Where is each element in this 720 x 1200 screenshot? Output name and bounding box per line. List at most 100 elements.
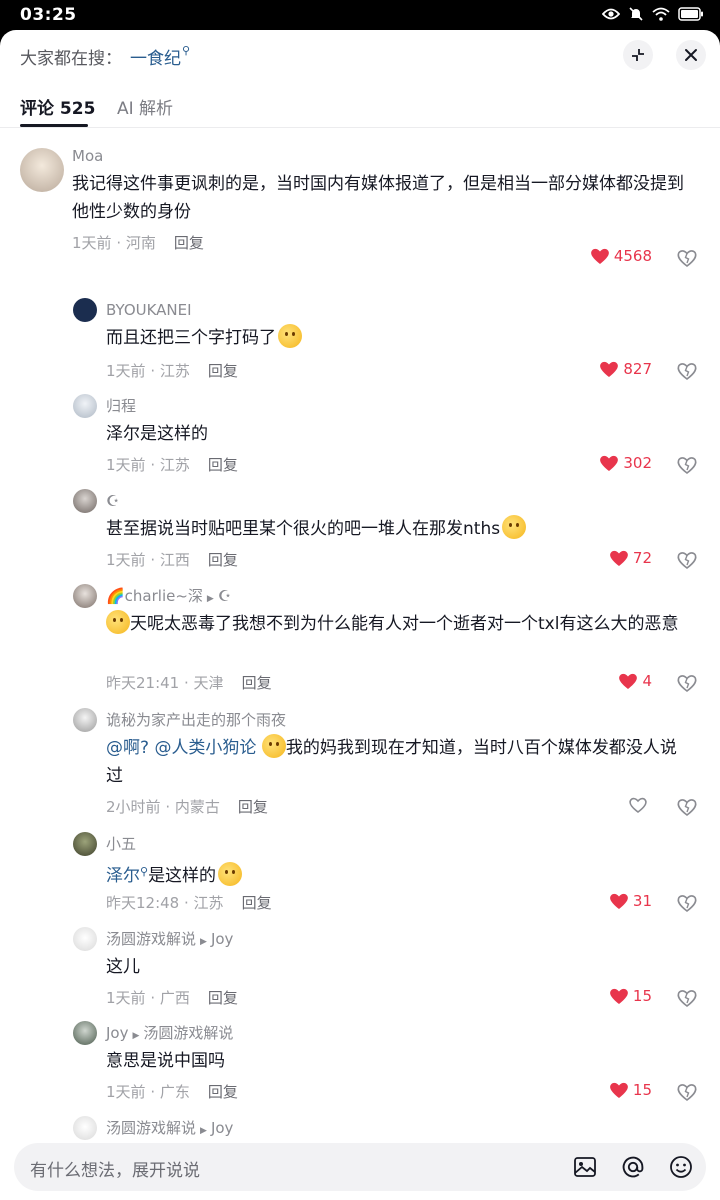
reply-text: 这儿: [106, 957, 140, 977]
reply-arrow-icon: ▶: [132, 1031, 140, 1041]
like-button[interactable]: 827: [599, 360, 652, 378]
avatar[interactable]: [73, 1021, 97, 1045]
like-button[interactable]: 4568: [590, 247, 652, 265]
dislike-icon[interactable]: [676, 1081, 698, 1103]
close-button[interactable]: [676, 40, 706, 70]
emoji-icon: [218, 862, 243, 886]
like-button[interactable]: 302: [599, 454, 652, 472]
reply-meta: 1天前 · 江苏 回复: [106, 362, 238, 380]
close-icon: [685, 49, 697, 61]
search-icon: ⚲: [140, 865, 149, 878]
reply-button[interactable]: 回复: [208, 1083, 238, 1101]
mute-bell-icon: [629, 7, 643, 21]
reply-item: ☪ 甚至据说当时贴吧里某个很火的吧一堆人在那发nths 1天前 · 江西 回复 7…: [0, 489, 720, 581]
reply-meta: 1天前 · 江苏 回复: [106, 456, 238, 474]
like-count: 4568: [613, 247, 652, 265]
reply-button[interactable]: 回复: [208, 456, 238, 474]
reply-item: 小五 泽尔⚲是这样的 昨天12:48 · 江苏 回复 31: [0, 832, 720, 924]
comments-sheet: 大家都在搜： 一食纪 ⚲ 评论 525 AI 解析 Moa 我记得这件事更讽刺的…: [0, 30, 720, 1200]
collapse-button[interactable]: [623, 40, 653, 70]
avatar[interactable]: [20, 148, 64, 192]
like-button[interactable]: 15: [609, 987, 652, 1005]
tab-bar: 评论 525 AI 解析: [0, 92, 720, 128]
reply-text: 泽尔⚲是这样的: [106, 858, 720, 890]
mention-icon[interactable]: [620, 1154, 646, 1180]
reply-arrow-icon: ▶: [206, 594, 214, 604]
avatar[interactable]: [73, 927, 97, 951]
like-button[interactable]: [628, 796, 652, 814]
reply-meta: 昨天12:48 · 江苏 回复: [106, 894, 272, 912]
reply-meta: 1天前 · 广西 回复: [106, 989, 238, 1007]
avatar[interactable]: [73, 394, 97, 418]
dislike-icon[interactable]: [676, 892, 698, 914]
tab-ai-analysis[interactable]: AI 解析: [117, 94, 173, 119]
reply-button[interactable]: 回复: [208, 989, 238, 1007]
reply-username: Joy ▶ 汤圆游戏解说: [106, 1024, 234, 1042]
reply-button[interactable]: 回复: [208, 362, 238, 380]
comment-list[interactable]: Moa 我记得这件事更讽刺的是，当时国内有媒体报道了，但是相当一部分媒体都没提到…: [0, 130, 720, 1140]
reply-username[interactable]: 诡秘为家产出走的那个雨夜: [106, 710, 720, 730]
reply-button[interactable]: 回复: [174, 234, 204, 252]
tab-comments[interactable]: 评论 525: [20, 94, 95, 119]
heart-outline-icon: [629, 797, 647, 814]
search-link[interactable]: 泽尔: [106, 866, 140, 886]
heart-filled-icon: [600, 361, 619, 377]
reply-button[interactable]: 回复: [208, 551, 238, 569]
reply-username: 🌈charlie~深 ▶ ☪: [106, 587, 232, 605]
comment-time: 1天前: [72, 234, 112, 252]
heart-filled-icon: [610, 988, 628, 1004]
comment-location: 河南: [125, 234, 156, 252]
reply-username[interactable]: BYOUKANEI: [106, 300, 720, 320]
reply-item: 🌈charlie~深 ▶ ☪ 天呢太恶毒了我想不到为什么能有人对一个逝者对一个txl…: [0, 584, 720, 704]
avatar[interactable]: [73, 1116, 97, 1140]
reply-button[interactable]: 回复: [242, 894, 272, 912]
mention-link[interactable]: @啊?: [106, 738, 149, 758]
reply-username: 汤圆游戏解说 ▶ Joy: [106, 1119, 234, 1137]
like-count: 4: [642, 672, 652, 690]
emoji-picker-icon[interactable]: [668, 1154, 694, 1180]
avatar[interactable]: [73, 489, 97, 513]
reply-username[interactable]: 小五: [106, 834, 720, 854]
reply-text: @啊? @人类小狗论 我的妈我到现在才知道，当时八百个媒体发都没人说过: [106, 734, 720, 790]
reply-arrow-icon: ▶: [200, 937, 207, 947]
reply-button[interactable]: 回复: [242, 674, 272, 692]
like-count: 827: [623, 360, 652, 378]
dislike-icon[interactable]: [676, 549, 698, 571]
trending-search-term[interactable]: 一食纪: [130, 44, 181, 69]
trending-search[interactable]: 大家都在搜： 一食纪 ⚲: [20, 44, 190, 69]
like-button[interactable]: 4: [618, 672, 652, 690]
reply-username[interactable]: 归程: [106, 396, 720, 416]
heart-filled-icon: [619, 673, 638, 689]
dislike-icon[interactable]: [676, 796, 698, 818]
comment-item: Moa 我记得这件事更讽刺的是，当时国内有媒体报道了，但是相当一部分媒体都没提到…: [0, 146, 720, 269]
comment-input-bar[interactable]: 有什么想法，展开说说: [14, 1143, 706, 1191]
avatar[interactable]: [73, 832, 97, 856]
like-button[interactable]: 31: [609, 892, 652, 910]
status-bar: 03:25: [0, 0, 720, 30]
wifi-icon: [652, 7, 670, 21]
avatar[interactable]: [73, 298, 97, 322]
like-count: 302: [623, 454, 652, 472]
like-button[interactable]: 72: [609, 549, 652, 567]
image-icon[interactable]: [572, 1154, 598, 1180]
reply-text: 泽尔是这样的: [106, 424, 208, 444]
like-count: 72: [632, 549, 652, 567]
dislike-icon[interactable]: [676, 454, 698, 476]
emoji-icon: [502, 515, 527, 539]
comment-username[interactable]: Moa: [72, 146, 720, 166]
like-button[interactable]: 15: [609, 1081, 652, 1099]
avatar[interactable]: [73, 584, 97, 608]
reply-meta: 1天前 · 广东 回复: [106, 1083, 238, 1101]
comment-input-placeholder[interactable]: 有什么想法，展开说说: [30, 1156, 200, 1181]
dislike-icon[interactable]: [676, 360, 698, 382]
mention-link[interactable]: @人类小狗论: [154, 738, 256, 758]
dislike-icon[interactable]: [676, 987, 698, 1009]
avatar[interactable]: [73, 708, 97, 732]
dislike-icon[interactable]: [676, 247, 698, 269]
dislike-icon[interactable]: [676, 672, 698, 694]
reply-username[interactable]: ☪: [106, 491, 720, 511]
heart-filled-icon: [610, 550, 628, 566]
reply-button[interactable]: 回复: [238, 798, 268, 816]
heart-filled-icon: [590, 248, 609, 264]
reply-text: 甚至据说当时贴吧里某个很火的吧一堆人在那发nths: [106, 515, 720, 543]
